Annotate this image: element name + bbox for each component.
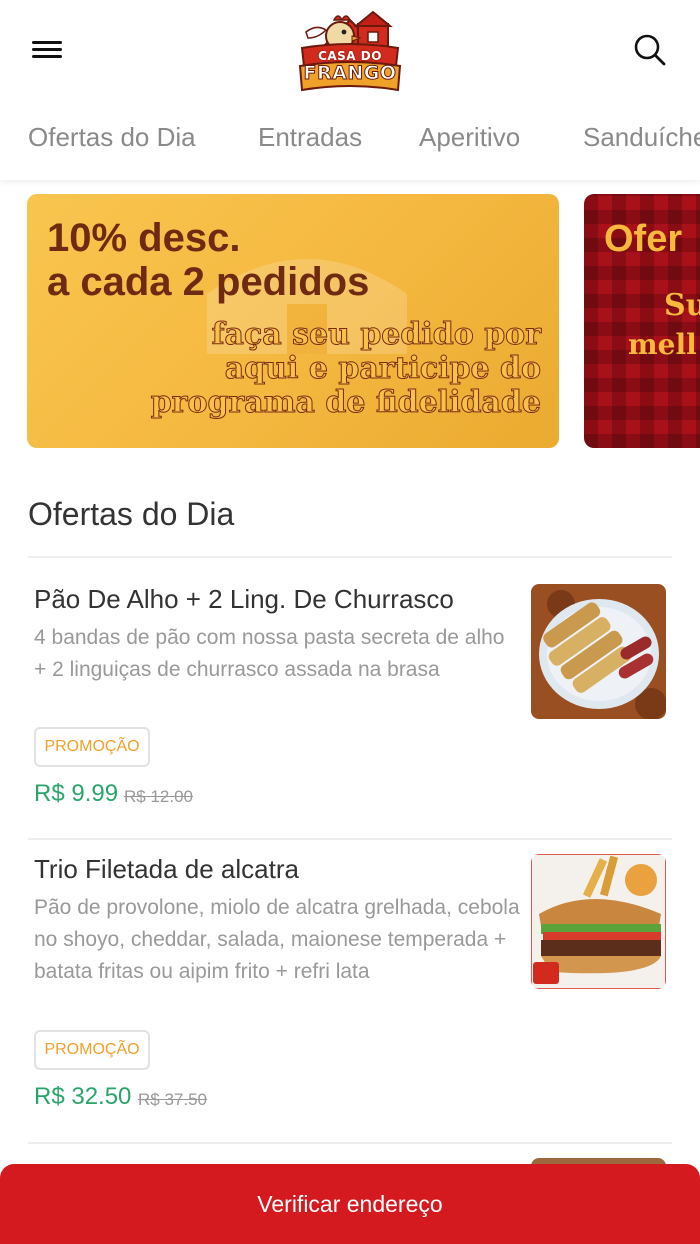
logo-line1: CASA DO [318,49,382,63]
item-photo-garlic-bread [531,584,666,719]
banner-subtext: faça seu pedido por aqui e participe do … [150,317,541,420]
tab-ofertas-do-dia[interactable]: Ofertas do Dia [28,122,196,153]
banner-headline-1: 10% desc. [47,216,241,260]
verify-address-button[interactable]: Verificar endereço [0,1164,700,1244]
tab-sanduiches[interactable]: Sanduíches [583,122,700,153]
divider [28,838,672,840]
section-title: Ofertas do Dia [28,496,235,532]
banner-sub-line-3: programa de fidelidade [150,385,541,420]
menu-item-card[interactable]: Trio Filetada de alcatra Pão de provolon… [0,854,700,1124]
banner2-line-3: mell [628,328,697,361]
banner-sub-line-1: faça seu pedido por [211,317,541,352]
category-tabs: Ofertas do Dia Entradas Aperitivo Sanduí… [0,100,700,180]
promo-badge: PROMOÇÃO [34,1030,150,1070]
divider [28,556,672,558]
hamburger-menu-icon[interactable] [26,30,70,70]
tab-entradas[interactable]: Entradas [258,122,362,153]
item-title: Pão De Alho + 2 Ling. De Churrasco [34,584,454,614]
logo-line2: FRANGO [303,62,397,84]
item-old-price: R$ 12.00 [124,787,193,806]
tab-aperitivo[interactable]: Aperitivo [419,122,520,153]
app-header: CASA DO FRANGO [0,0,700,100]
item-old-price: R$ 37.50 [138,1090,207,1109]
menu-item-card[interactable]: Pão De Alho + 2 Ling. De Churrasco 4 ban… [0,584,700,824]
banner-sub-line-2: aqui e participe do [224,351,541,386]
casa-do-frango-logo: CASA DO FRANGO [296,6,404,94]
item-description: 4 bandas de pão com nossa pasta secreta … [34,626,505,681]
divider [28,1142,672,1144]
item-price: R$ 9.99 [34,780,119,807]
promo-banner-fidelidade[interactable]: 10% desc. a cada 2 pedidos faça seu pedi… [27,194,559,448]
promo-banner-ofertas[interactable]: Ofer Su mell [584,194,700,448]
item-price: R$ 32.50 [34,1083,132,1110]
banner2-line-2: Su [664,288,700,323]
item-photo-sandwich [531,854,666,989]
banner2-line-1: Ofer [604,218,683,260]
item-title: Trio Filetada de alcatra [34,854,299,884]
promo-badge: PROMOÇÃO [34,727,150,767]
banner-headline-2: a cada 2 pedidos [47,260,370,304]
search-icon[interactable] [630,30,670,70]
promo-banner-carousel[interactable]: 10% desc. a cada 2 pedidos faça seu pedi… [0,194,700,450]
item-description: Pão de provolone, miolo de alcatra grelh… [34,896,520,983]
